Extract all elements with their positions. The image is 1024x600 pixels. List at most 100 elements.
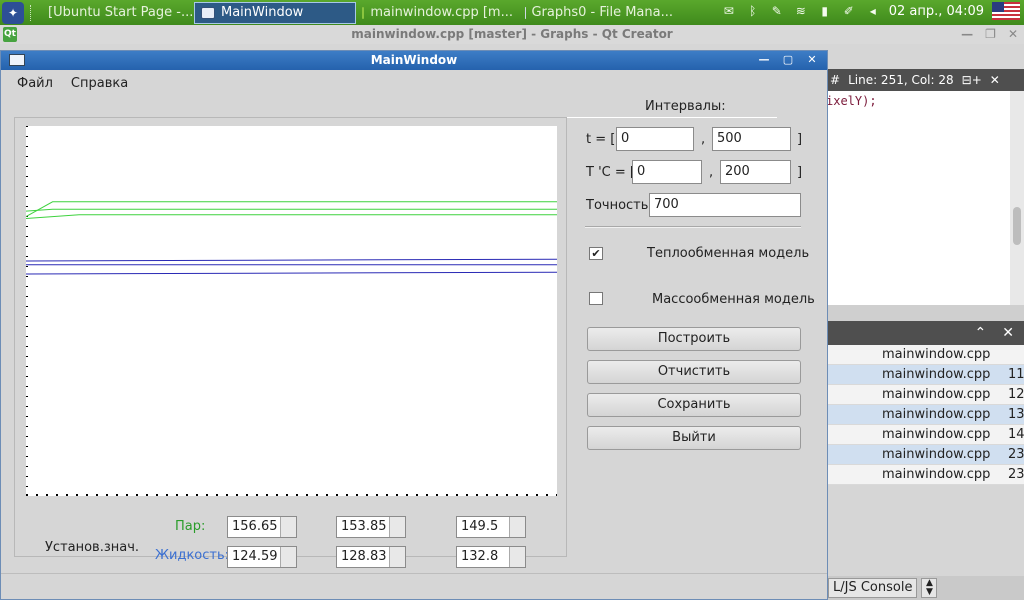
mass-model-checkbox[interactable] [589,292,603,305]
search-results-list: mainwindow.cpp mainwindow.cpp 11 mainwind… [826,345,1024,485]
restore-icon[interactable]: ❐ [985,25,996,44]
qtcreator-icon [362,6,365,19]
spin-arrow[interactable] [280,517,296,537]
editor-footer [826,305,1024,321]
app-menu-icon[interactable]: ✦ [2,1,24,24]
mail-icon[interactable]: ✉ [721,4,737,18]
precision-field[interactable]: 700 [649,193,801,217]
spin-arrow[interactable] [389,547,405,567]
wifi-icon[interactable]: ≋ [793,4,809,18]
main-window: MainWindow — ▢ ✕ Файл Справка Интервалы:… [0,50,828,600]
system-panel: ✦ [Ubuntu Start Page -... MainWindow mai… [0,0,1024,25]
close-icon[interactable]: ✕ [1008,25,1018,44]
collapse-icon[interactable]: ⌃ [975,325,987,341]
taskbar-item-filemanager[interactable]: Graphs0 - File Mana... [519,2,679,24]
menu-file[interactable]: Файл [17,76,53,91]
steam-label: Пар: [175,519,206,534]
liquid-value-2[interactable]: 128.83 [336,546,406,568]
close-icon[interactable]: ✕ [805,52,819,67]
t-from-field[interactable]: 0 [616,127,694,151]
maximize-icon[interactable]: ▢ [781,52,795,67]
close-editor-icon[interactable]: ✕ [990,73,1000,87]
heat-model-label: Теплообменная модель [647,246,810,261]
t-close-bracket: ] [797,132,803,147]
temp-close-bracket: ] [797,165,803,180]
system-tray: ✉ ᛒ ✎ ≋ ▮ ✐ ◂ 02 апр., 04:09 [721,2,1020,20]
status-bar [1,573,827,574]
minimize-icon[interactable]: — [757,52,771,67]
heat-model-checkbox[interactable]: ✔ [589,247,603,260]
bluetooth-icon[interactable]: ᛒ [745,4,761,18]
series-group [26,201,557,275]
mass-model-label: Массообменная модель [652,292,815,307]
qtcreator-title-bar: Qt mainwindow.cpp [master] - Graphs - Qt… [0,25,1024,44]
qtcreator-bottom-bar: L/JS Console ▲ ▼ [826,576,1024,600]
taskbar-item-browser[interactable]: [Ubuntu Start Page -... [36,2,194,24]
spin-arrow[interactable] [509,517,525,537]
clock[interactable]: 02 апр., 04:09 [889,4,984,19]
list-item[interactable]: mainwindow.cpp 14 [826,425,1024,445]
t-label: t = [ [586,132,616,147]
menu-bar: Файл Справка [1,70,827,97]
temp-comma: , [709,165,714,180]
list-item[interactable]: mainwindow.cpp 23 [826,445,1024,465]
edit-icon[interactable]: ✐ [841,4,857,18]
list-item[interactable]: mainwindow.cpp 13 [826,405,1024,425]
save-button[interactable]: Сохранить [587,393,801,417]
exit-button[interactable]: Выйти [587,426,801,450]
list-item[interactable]: mainwindow.cpp 11 [826,365,1024,385]
list-item[interactable]: mainwindow.cpp [826,345,1024,365]
list-item[interactable]: mainwindow.cpp 12 [826,385,1024,405]
temp-from-field[interactable]: 0 [632,160,702,184]
t-to-field[interactable]: 500 [712,127,791,151]
volume-icon[interactable]: ◂ [865,4,881,18]
list-item[interactable]: mainwindow.cpp 23 [826,465,1024,485]
steam-value-2[interactable]: 153.85 [336,516,406,538]
cursor-position[interactable]: Line: 251, Col: 28 [848,73,954,87]
editor-toolbar: # Line: 251, Col: 28 ⊟+ ✕ [826,69,1024,91]
menu-help[interactable]: Справка [71,76,128,91]
steam-value-3[interactable]: 149.5 [456,516,526,538]
scrollbar-thumb[interactable] [1013,207,1021,245]
intervals-label: Интервалы: [645,99,726,114]
code-line: ixelY); [826,94,877,108]
spin-arrow[interactable] [389,517,405,537]
graph-canvas[interactable] [26,126,557,496]
series-line-6 [26,271,557,275]
notes-icon[interactable]: ✎ [769,4,785,18]
editor-scrollbar[interactable] [1010,91,1024,305]
spin-arrow[interactable] [509,547,525,567]
pane-selector-arrows-icon[interactable]: ▲ ▼ [921,578,938,598]
window-menu-icon[interactable] [9,54,25,66]
steam-value-1[interactable]: 156.65 [227,516,297,538]
code-editor[interactable]: ixelY); [826,91,1010,305]
build-button[interactable]: Построить [587,327,801,351]
liquid-value-1[interactable]: 124.59 [227,546,297,568]
console-tab[interactable]: L/JS Console [828,578,918,598]
spin-arrow[interactable] [280,547,296,567]
temp-to-field[interactable]: 200 [720,160,791,184]
series-line-4 [26,258,557,262]
taskbar-item-qtcreator[interactable]: mainwindow.cpp [m... [356,2,519,24]
t-comma: , [701,132,706,147]
series-line-2 [26,208,557,212]
panel-separator [30,4,32,21]
qtcreator-logo-icon: Qt [3,27,17,42]
qtcreator-window-controls: — ❐ ✕ [961,25,1018,44]
temp-label: T 'C = [ [586,165,635,180]
battery-icon[interactable]: ▮ [817,4,833,18]
clear-button[interactable]: Отчистить [587,360,801,384]
liquid-value-3[interactable]: 132.8 [456,546,526,568]
steady-state-label: Установ.знач. [45,540,140,555]
split-icon[interactable]: ⊟+ [962,73,982,87]
divider [585,226,801,228]
liquid-label: Жидкость: [155,548,230,563]
series-line-3 [26,214,557,219]
output-pane-header: ⌃ ✕ [826,321,1024,345]
close-pane-icon[interactable]: ✕ [1002,325,1014,341]
keyboard-layout-flag-icon[interactable] [992,2,1020,20]
minimize-icon[interactable]: — [961,25,973,44]
group-border [567,117,777,118]
taskbar-item-mainwindow[interactable]: MainWindow [194,1,356,24]
window-title-bar: MainWindow — ▢ ✕ [1,51,827,70]
